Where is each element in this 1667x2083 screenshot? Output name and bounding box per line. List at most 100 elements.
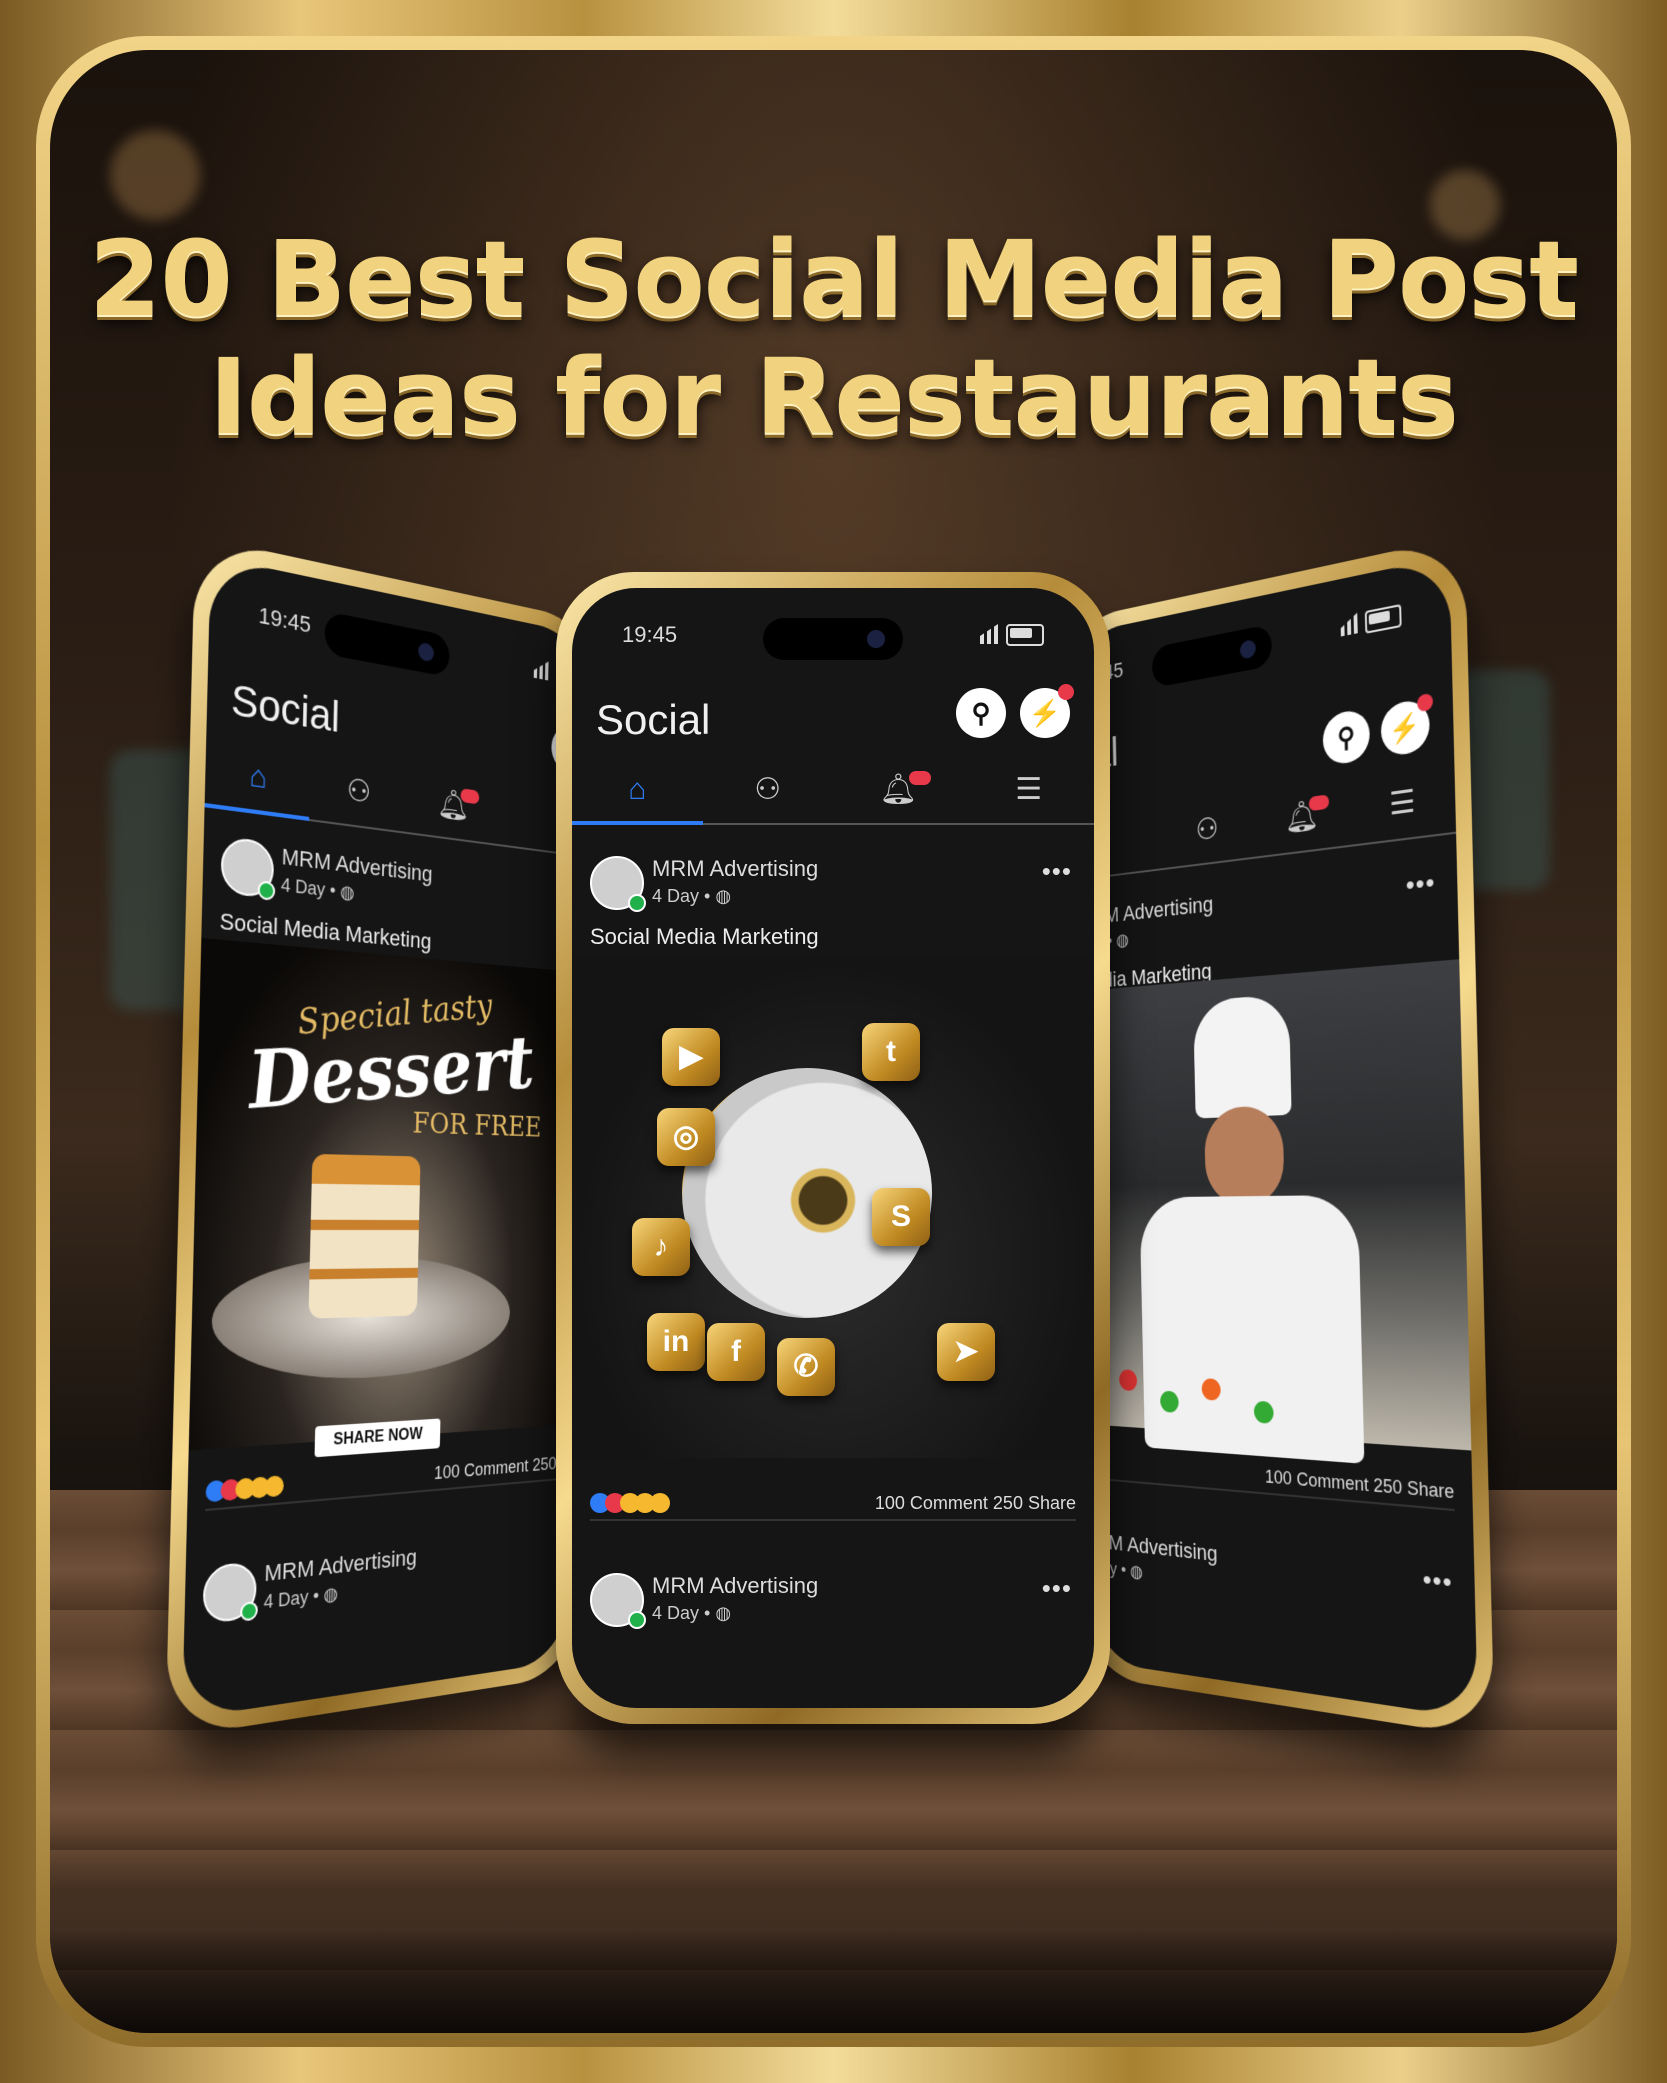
telegram-icon: ➤ — [937, 1323, 995, 1381]
messenger-badge — [1416, 692, 1434, 713]
post-author[interactable]: MRM Advertising — [264, 1544, 417, 1587]
post-caption: Social Media Marketing — [590, 924, 819, 949]
chef-jacket — [1139, 1194, 1365, 1464]
globe-icon: ◍ — [1129, 1561, 1144, 1582]
post-time: 4 Day • — [652, 1603, 711, 1623]
more-options-icon[interactable]: ••• — [1422, 1563, 1453, 1599]
next-post-header: IRM Advertising Day • ◍ ••• — [1091, 1528, 1474, 1598]
dynamic-island — [1151, 623, 1273, 689]
post-stats: 100 Comment 250 Share — [590, 1493, 1076, 1521]
post-time: 4 Day • — [263, 1585, 320, 1613]
share-now-button[interactable]: SHARE NOW — [314, 1418, 441, 1458]
headline: 20 Best Social Media Post Ideas for Rest… — [50, 220, 1617, 456]
bell-icon[interactable]: 🔔︎ — [406, 772, 499, 842]
notification-badge — [908, 771, 931, 785]
home-icon[interactable]: ⌂ — [204, 741, 311, 821]
dessert-ad-image[interactable]: Special tasty Dessert FOR FREE SHARE NOW — [188, 937, 582, 1458]
app-name: Social — [596, 696, 711, 743]
friends-icon[interactable]: ⚇ — [703, 763, 834, 821]
search-icon[interactable]: ⚲ — [1322, 707, 1371, 767]
notification-badge — [460, 788, 480, 805]
post-author[interactable]: MRM Advertising — [652, 856, 818, 882]
app-name: Social — [230, 674, 341, 742]
avatar[interactable] — [202, 1561, 258, 1625]
chef-image[interactable] — [1079, 959, 1472, 1464]
center-phone: 19:45 Social ⚲ ⚡ ⌂ ⚇ 🔔︎ ☰ MRM Advertisin… — [556, 572, 1110, 1724]
dynamic-island — [324, 611, 450, 678]
reactions[interactable] — [205, 1475, 284, 1508]
post-time: 4 Day • — [280, 874, 336, 902]
share-count: 250 Share — [1373, 1474, 1455, 1503]
avatar[interactable] — [590, 856, 646, 912]
post-stats: 100 Comment 250 Share — [1103, 1453, 1455, 1512]
megaphone-image[interactable]: ▶ t ◎ S ♪ in f ✆ ➤ — [572, 958, 1094, 1458]
messenger-icon[interactable]: ⚡ — [1380, 692, 1434, 758]
stats-text[interactable]: 100 Comment 250 Share — [875, 1493, 1076, 1514]
comment-count: 100 Comment — [874, 1493, 988, 1513]
video-icon: ▶ — [662, 1028, 720, 1086]
instagram-icon: ◎ — [657, 1108, 715, 1166]
ad-subtitle: FOR FREE — [412, 1106, 542, 1144]
post-author[interactable]: MRM Advertising — [652, 1573, 818, 1599]
bell-icon[interactable]: 🔔︎ — [833, 763, 964, 821]
chef-hat — [1193, 993, 1292, 1119]
globe-icon: ◍ — [715, 1603, 732, 1623]
bokeh-light — [110, 130, 200, 220]
battery-icon — [1364, 603, 1402, 634]
bell-icon[interactable]: 🔔︎ — [1253, 783, 1352, 855]
status-time: 19:45 — [622, 622, 678, 647]
signal-icon — [534, 659, 549, 681]
vegetable — [1201, 1378, 1221, 1401]
search-icon[interactable]: ⚲ — [956, 688, 1006, 738]
messenger-badge — [1058, 684, 1074, 700]
whatsapp-icon: ✆ — [777, 1338, 835, 1396]
post-meta: 4 Day • ◍ — [281, 875, 355, 905]
left-phone: 19:45 Social ⚲ ⌂ ⚇ 🔔︎ MRM Advertising 4 … — [165, 535, 602, 1739]
sad-icon — [650, 1493, 670, 1513]
battery-icon — [1006, 624, 1044, 646]
reactions[interactable] — [590, 1493, 670, 1518]
globe-icon: ◍ — [715, 886, 732, 906]
more-options-icon[interactable]: ••• — [1042, 856, 1072, 887]
post-time: 4 Day • — [652, 886, 711, 906]
right-phone-screen: 45 ial ⚲ ⚡ ⚇ 🔔︎ ☰ MRM Advertising Day • … — [1071, 556, 1478, 1720]
cake — [308, 1153, 421, 1319]
menu-icon[interactable]: ☰ — [964, 763, 1095, 821]
facebook-icon: f — [707, 1323, 765, 1381]
messenger-icon[interactable]: ⚡ — [1020, 684, 1074, 738]
friends-icon[interactable]: ⚇ — [309, 757, 408, 830]
stats-text[interactable]: 100 Comment 250 — [434, 1454, 557, 1484]
dynamic-island — [763, 618, 903, 660]
more-options-icon[interactable]: ••• — [1405, 866, 1435, 902]
globe-icon: ◍ — [323, 1583, 339, 1606]
share-count: 250 Share — [992, 1493, 1076, 1513]
linkedin-icon: in — [647, 1313, 705, 1371]
chef-head — [1203, 1105, 1285, 1207]
vegetable — [1119, 1369, 1138, 1392]
comment-count: 100 Comment — [1264, 1466, 1369, 1496]
menu-icon[interactable]: ☰ — [1350, 768, 1456, 843]
nav-bar: ⚇ 🔔︎ ☰ — [1075, 767, 1457, 881]
globe-icon: ◍ — [1116, 929, 1130, 951]
center-phone-screen: 19:45 Social ⚲ ⚡ ⌂ ⚇ 🔔︎ ☰ MRM Advertisin… — [572, 588, 1094, 1708]
signal-icon — [980, 624, 998, 644]
more-options-icon[interactable]: ••• — [1042, 1573, 1072, 1604]
left-phone-screen: 19:45 Social ⚲ ⌂ ⚇ 🔔︎ MRM Advertising 4 … — [182, 556, 589, 1720]
tiktok-icon: ♪ — [632, 1218, 690, 1276]
avatar[interactable] — [590, 1573, 646, 1629]
globe-icon: ◍ — [340, 881, 355, 904]
stats-text[interactable]: 100 Comment 250 Share — [1265, 1466, 1455, 1503]
next-post-header: MRM Advertising 4 Day • ◍ — [186, 1528, 569, 1625]
signal-icon — [1340, 613, 1357, 637]
friends-icon[interactable]: ⚇ — [1162, 797, 1255, 866]
right-phone: 45 ial ⚲ ⚡ ⚇ 🔔︎ ☰ MRM Advertising Day • … — [1058, 535, 1495, 1739]
twitter-icon: t — [862, 1023, 920, 1081]
avatar[interactable] — [220, 835, 275, 899]
headline-line-2: Ideas for Restaurants — [209, 336, 1459, 458]
home-icon[interactable]: ⌂ — [572, 763, 703, 825]
headline-line-1: 20 Best Social Media Post — [88, 218, 1579, 340]
sad-icon — [264, 1475, 284, 1498]
post-meta: 4 Day • ◍ — [263, 1583, 338, 1614]
app-bar: ial ⚲ ⚡ — [1084, 666, 1434, 782]
status-time: 19:45 — [258, 601, 312, 638]
